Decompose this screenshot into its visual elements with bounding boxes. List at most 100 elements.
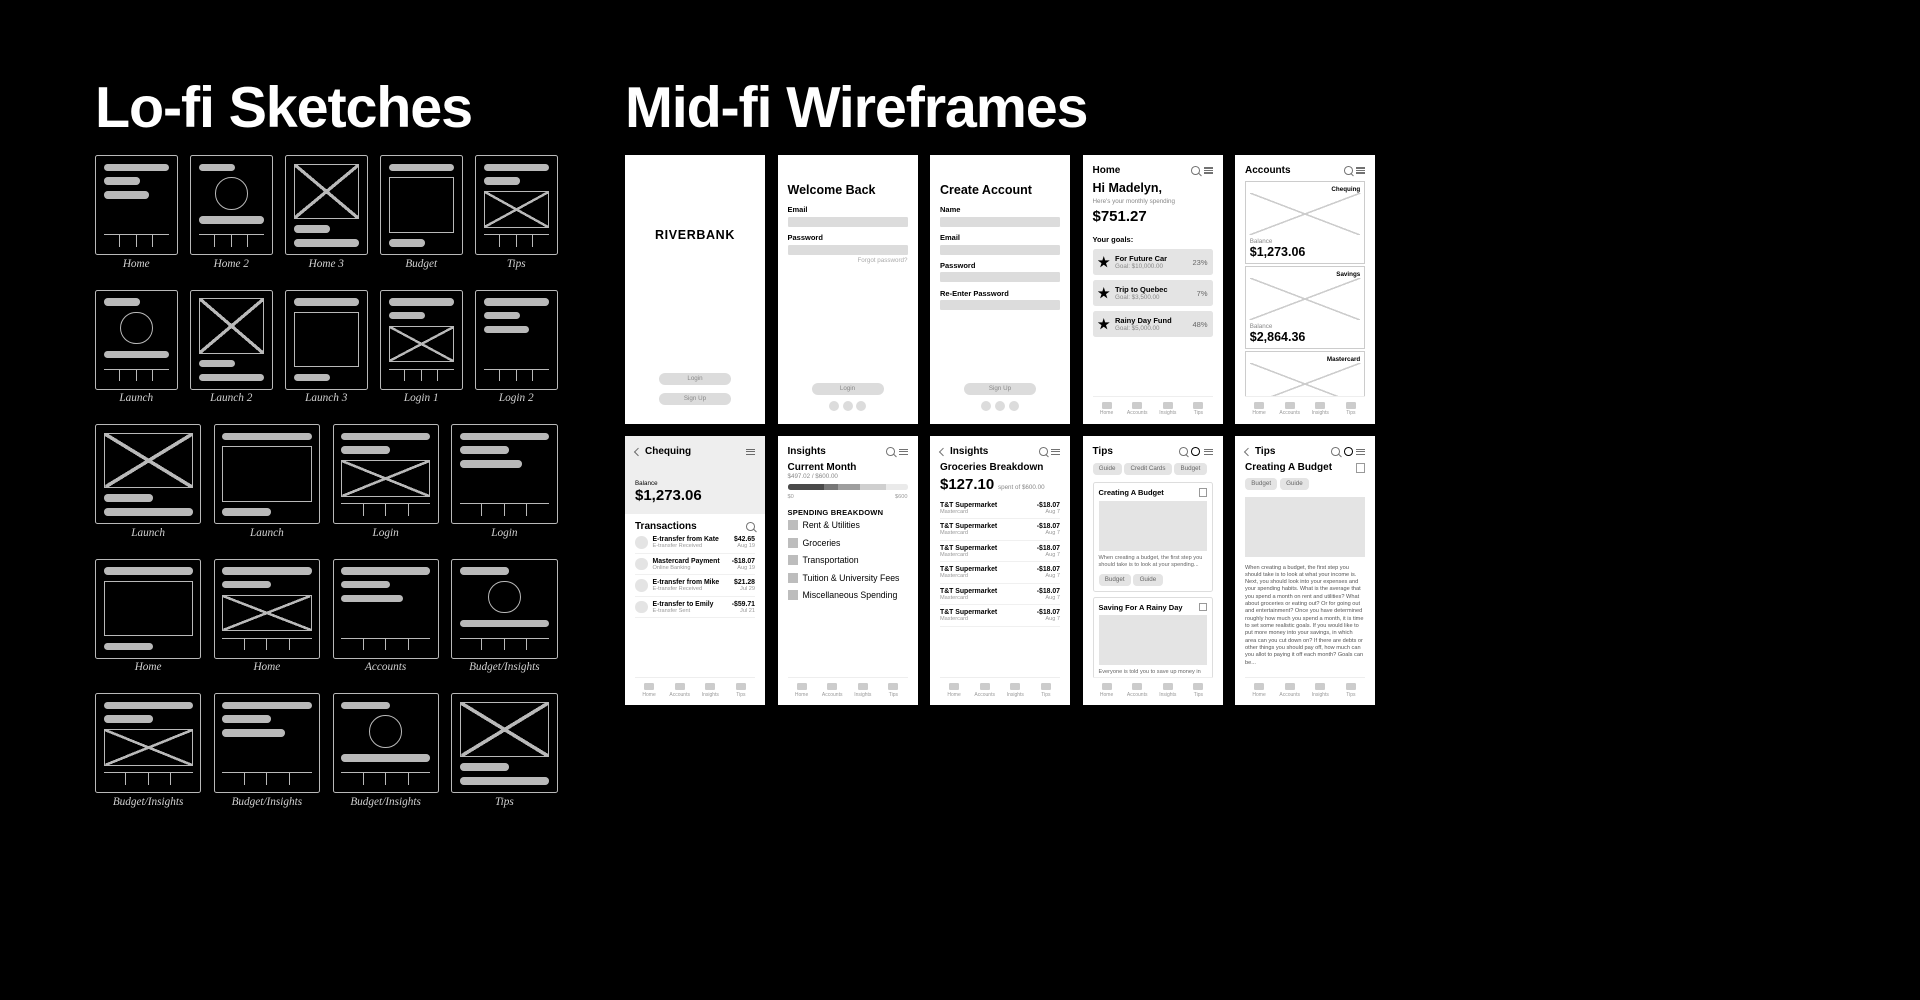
nav-item[interactable]: Accounts — [1123, 683, 1151, 698]
social-icon[interactable] — [856, 401, 866, 411]
menu-icon[interactable] — [899, 447, 908, 456]
category-row[interactable]: Tuition & University Fees — [788, 569, 908, 587]
nav-item[interactable]: Home — [1093, 683, 1121, 698]
search-icon[interactable] — [886, 447, 895, 456]
theme-icon[interactable] — [1344, 447, 1353, 456]
email-input[interactable] — [788, 217, 908, 227]
category-row[interactable]: Rent & Utilities — [788, 517, 908, 535]
transaction-row[interactable]: E-transfer from MikeE-transfer Received$… — [635, 575, 755, 597]
login-button[interactable]: Login — [659, 373, 731, 386]
tip-card[interactable]: Saving For A Rainy DayEveryone is told y… — [1093, 597, 1213, 677]
nav-item[interactable]: Home — [635, 683, 663, 698]
social-icon[interactable] — [995, 401, 1005, 411]
account-card[interactable]: Mastercard**** **** **** 1234Balance$751… — [1245, 351, 1365, 396]
tag-chip[interactable]: Guide — [1133, 574, 1162, 586]
back-icon[interactable] — [1244, 447, 1253, 456]
category-row[interactable]: Transportation — [788, 552, 908, 570]
password-input[interactable] — [788, 245, 908, 255]
search-icon[interactable] — [1039, 447, 1048, 456]
social-icon[interactable] — [829, 401, 839, 411]
nav-item[interactable]: Insights — [696, 683, 724, 698]
search-icon[interactable] — [1331, 447, 1340, 456]
transaction-row[interactable]: T&T SupermarketMastercard-$18.07Aug 7 — [940, 584, 1060, 606]
nav-item[interactable]: Accounts — [971, 683, 999, 698]
bookmark-icon[interactable] — [1199, 603, 1207, 612]
nav-item[interactable]: Tips — [1337, 402, 1365, 417]
social-icon[interactable] — [981, 401, 991, 411]
menu-icon[interactable] — [1356, 166, 1365, 175]
menu-icon[interactable] — [1356, 447, 1365, 456]
filter-chip[interactable]: Credit Cards — [1124, 463, 1172, 475]
tag-chip[interactable]: Budget — [1099, 574, 1131, 586]
nav-item[interactable]: Home — [1093, 402, 1121, 417]
login-submit-button[interactable]: Login — [812, 383, 884, 396]
goal-item[interactable]: Rainy Day FundGoal: $5,000.0048% — [1093, 311, 1213, 337]
password-input[interactable] — [940, 272, 1060, 282]
filter-chip[interactable]: Guide — [1093, 463, 1122, 475]
theme-icon[interactable] — [1191, 447, 1200, 456]
transaction-row[interactable]: E-transfer to EmilyE-transfer Sent-$59.7… — [635, 597, 755, 619]
goal-item[interactable]: Trip to QuebecGoal: $3,500.007% — [1093, 280, 1213, 306]
search-icon[interactable] — [1344, 166, 1353, 175]
filter-chip[interactable]: Budget — [1174, 463, 1206, 475]
nav-item[interactable]: Tips — [1337, 683, 1365, 698]
nav-item[interactable]: Insights — [1306, 402, 1334, 417]
nav-item[interactable]: Home — [1245, 402, 1273, 417]
social-icon[interactable] — [1009, 401, 1019, 411]
social-icon[interactable] — [843, 401, 853, 411]
nav-item[interactable]: Tips — [1184, 402, 1212, 417]
nav-item[interactable]: Home — [1245, 683, 1273, 698]
category-row[interactable]: Groceries — [788, 534, 908, 552]
transaction-row[interactable]: T&T SupermarketMastercard-$18.07Aug 7 — [940, 541, 1060, 563]
reenter-password-input[interactable] — [940, 300, 1060, 310]
bookmark-icon[interactable] — [1356, 463, 1365, 473]
nav-item[interactable]: Accounts — [1276, 402, 1304, 417]
transaction-row[interactable]: E-transfer from KateE-transfer Received$… — [635, 532, 755, 554]
goal-item[interactable]: For Future CarGoal: $10,000.0023% — [1093, 249, 1213, 275]
tag-chip[interactable]: Guide — [1280, 478, 1309, 490]
page-title: Chequing — [645, 446, 691, 457]
transaction-row[interactable]: T&T SupermarketMastercard-$18.07Aug 7 — [940, 605, 1060, 627]
signup-submit-button[interactable]: Sign Up — [964, 383, 1036, 396]
tag-chip[interactable]: Budget — [1245, 478, 1277, 490]
forgot-password-link[interactable]: Forgot password? — [788, 257, 908, 264]
nav-item[interactable]: Tips — [727, 683, 755, 698]
menu-icon[interactable] — [1051, 447, 1060, 456]
category-row[interactable]: Miscellaneous Spending — [788, 587, 908, 605]
nav-item[interactable]: Insights — [1001, 683, 1029, 698]
midfi-wireframes-heading: Mid-fi Wireframes — [625, 75, 1087, 141]
signup-button[interactable]: Sign Up — [659, 393, 731, 406]
nav-item[interactable]: Home — [940, 683, 968, 698]
name-input[interactable] — [940, 217, 1060, 227]
nav-item[interactable]: Accounts — [1276, 683, 1304, 698]
email-input[interactable] — [940, 245, 1060, 255]
menu-icon[interactable] — [1204, 166, 1213, 175]
nav-item[interactable]: Tips — [1032, 683, 1060, 698]
nav-item[interactable]: Accounts — [666, 683, 694, 698]
tip-card[interactable]: Creating A BudgetWhen creating a budget,… — [1093, 482, 1213, 591]
transaction-row[interactable]: T&T SupermarketMastercard-$18.07Aug 7 — [940, 519, 1060, 541]
bookmark-icon[interactable] — [1199, 488, 1207, 497]
transaction-row[interactable]: T&T SupermarketMastercard-$18.07Aug 7 — [940, 562, 1060, 584]
search-icon[interactable] — [1191, 166, 1200, 175]
nav-item[interactable]: Accounts — [1123, 402, 1151, 417]
search-icon[interactable] — [746, 522, 755, 531]
nav-item[interactable]: Insights — [1154, 402, 1182, 417]
account-card[interactable]: SavingsBalance$2,864.36 — [1245, 266, 1365, 349]
create-title: Create Account — [940, 183, 1060, 197]
nav-item[interactable]: Tips — [879, 683, 907, 698]
nav-item[interactable]: Accounts — [818, 683, 846, 698]
search-icon[interactable] — [1179, 447, 1188, 456]
account-card[interactable]: ChequingBalance$1,273.06 — [1245, 181, 1365, 264]
nav-item[interactable]: Insights — [1154, 683, 1182, 698]
nav-item[interactable]: Insights — [849, 683, 877, 698]
menu-icon[interactable] — [1204, 447, 1213, 456]
back-icon[interactable] — [939, 447, 948, 456]
transaction-row[interactable]: T&T SupermarketMastercard-$18.07Aug 7 — [940, 498, 1060, 520]
menu-icon[interactable] — [746, 447, 755, 456]
nav-item[interactable]: Tips — [1184, 683, 1212, 698]
transaction-row[interactable]: Mastercard PaymentOnline Banking-$18.07A… — [635, 554, 755, 576]
nav-item[interactable]: Insights — [1306, 683, 1334, 698]
back-icon[interactable] — [634, 447, 643, 456]
nav-item[interactable]: Home — [788, 683, 816, 698]
